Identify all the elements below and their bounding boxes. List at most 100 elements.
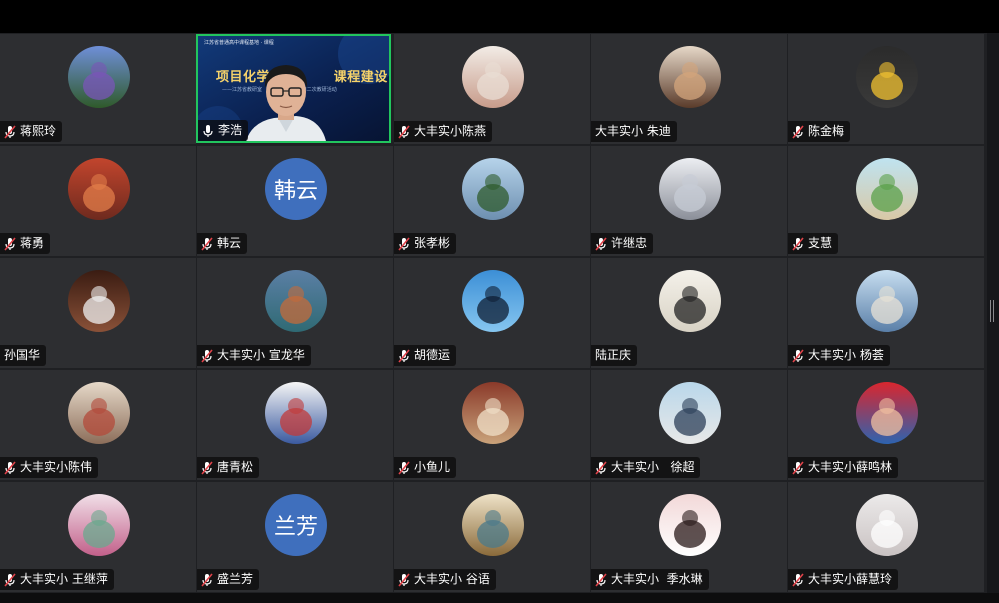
participant-name-label: 大丰实小 徐超 xyxy=(591,457,701,478)
participant-name-label: 盛兰芳 xyxy=(197,569,260,590)
man-portrait-photo xyxy=(68,270,130,332)
participant-tile[interactable]: 陆正庆 xyxy=(591,258,787,368)
participant-tile[interactable]: 大丰实小薛慧玲 xyxy=(788,482,984,592)
participant-name: 大丰实小 杨荟 xyxy=(808,348,884,362)
participant-name-label: 陈金梅 xyxy=(788,121,851,142)
mic-muted-icon xyxy=(4,124,16,139)
participant-tile[interactable]: 张孝彬 xyxy=(394,146,590,256)
mic-muted-icon xyxy=(4,572,16,587)
participant-tile[interactable]: 许继忠 xyxy=(591,146,787,256)
mic-muted-icon xyxy=(4,236,16,251)
avatar xyxy=(265,382,327,444)
participant-name-label: 胡德运 xyxy=(394,345,457,366)
participant-tile[interactable]: 兰芳盛兰芳 xyxy=(197,482,393,592)
calligraphy-photo xyxy=(659,270,721,332)
avatar xyxy=(462,46,524,108)
participant-tile[interactable]: 大丰实小 谷语 xyxy=(394,482,590,592)
green-road-photo xyxy=(856,158,918,220)
participant-tile[interactable]: 大丰实小 徐超 xyxy=(591,370,787,480)
participant-tile[interactable]: 韩云 韩云 xyxy=(197,146,393,256)
hiker-silhouette-photo xyxy=(462,270,524,332)
participant-name: 支慧 xyxy=(808,236,833,250)
avatar xyxy=(265,270,327,332)
participant-name: 大丰实小 谷语 xyxy=(414,572,490,586)
participant-name-label: 大丰实小 宣龙华 xyxy=(197,345,311,366)
participant-name: 许继忠 xyxy=(611,236,648,250)
couple-snow-photo xyxy=(659,158,721,220)
scrollbar-grip[interactable] xyxy=(990,300,994,322)
participant-name: 小鱼儿 xyxy=(414,460,451,474)
participant-name: 大丰实小 朱迪 xyxy=(595,124,671,138)
avatar xyxy=(856,46,918,108)
participant-name-label: 许继忠 xyxy=(591,233,654,254)
participant-name-label: 唐青松 xyxy=(197,457,260,478)
participant-name: 李浩 xyxy=(218,123,243,137)
participant-name-label: 孙国华 xyxy=(0,345,47,366)
text-avatar: 韩云 xyxy=(265,158,327,220)
mic-muted-icon xyxy=(792,124,804,139)
participant-name: 陆正庆 xyxy=(595,348,632,362)
participant-name: 韩云 xyxy=(217,236,242,250)
participant-name: 大丰实小 徐超 xyxy=(611,460,695,474)
participant-name: 大丰实小薛慧玲 xyxy=(808,572,893,586)
participant-name-label: 大丰实小 杨荟 xyxy=(788,345,890,366)
mic-icon xyxy=(202,124,214,138)
mic-muted-icon xyxy=(792,348,804,363)
lit-corridor-photo xyxy=(659,382,721,444)
avatar xyxy=(462,270,524,332)
participant-tile[interactable]: 大丰实小陈伟 xyxy=(0,370,196,480)
participant-tile[interactable]: 大丰实小陈燕 xyxy=(394,34,590,144)
participant-name-label: 大丰实小 谷语 xyxy=(394,569,496,590)
mic-muted-icon xyxy=(398,460,410,475)
coastal-landscape-photo xyxy=(265,270,327,332)
participant-name: 陈金梅 xyxy=(808,124,845,138)
mic-muted-icon xyxy=(201,460,213,475)
participant-name: 大丰实小陈伟 xyxy=(20,460,93,474)
participant-tile[interactable]: 蒋勇 xyxy=(0,146,196,256)
participant-tile[interactable]: 大丰实小 王继萍 xyxy=(0,482,196,592)
participant-name: 大丰实小薛鸣林 xyxy=(808,460,893,474)
avatar xyxy=(659,46,721,108)
avatar xyxy=(659,494,721,556)
participant-tile[interactable]: 孙国华 xyxy=(0,258,196,368)
avatar xyxy=(659,382,721,444)
participant-tile[interactable]: 大丰实小薛鸣林 xyxy=(788,370,984,480)
mic-muted-icon xyxy=(792,460,804,475)
participant-name-label: 大丰实小陈伟 xyxy=(0,457,99,478)
participant-tile[interactable]: 唐青松 xyxy=(197,370,393,480)
participant-tile[interactable]: 大丰实小 季水琳 xyxy=(591,482,787,592)
participant-name: 蒋熙玲 xyxy=(20,124,57,138)
mic-muted-icon xyxy=(398,124,410,139)
beach-family-photo xyxy=(856,270,918,332)
participant-name-label: 蒋勇 xyxy=(0,233,51,254)
participant-name-label: 张孝彬 xyxy=(394,233,457,254)
participant-tile[interactable]: 胡德运 xyxy=(394,258,590,368)
participant-name: 盛兰芳 xyxy=(217,572,254,586)
participant-name-label: 蒋熙玲 xyxy=(0,121,63,142)
participant-tile[interactable]: 大丰实小 宣龙华 xyxy=(197,258,393,368)
trees-sky-photo xyxy=(462,158,524,220)
glasses-girl-cartoon xyxy=(659,494,721,556)
dancer-photo xyxy=(462,46,524,108)
text-avatar: 兰芳 xyxy=(265,494,327,556)
avatar xyxy=(462,382,524,444)
participant-tile[interactable]: 支慧 xyxy=(788,146,984,256)
participant-tile[interactable]: 大丰实小 朱迪 xyxy=(591,34,787,144)
child-photo xyxy=(659,46,721,108)
participant-name: 唐青松 xyxy=(217,460,254,474)
participant-tile[interactable]: 陈金梅 xyxy=(788,34,984,144)
participant-tile[interactable]: 大丰实小 杨荟 xyxy=(788,258,984,368)
top-black-bar xyxy=(0,0,999,33)
cartoon-rider-photo xyxy=(265,382,327,444)
mic-muted-icon xyxy=(201,236,213,251)
participant-name: 张孝彬 xyxy=(414,236,451,250)
participant-tile[interactable]: 小鱼儿 xyxy=(394,370,590,480)
avatar xyxy=(856,270,918,332)
avatar xyxy=(856,382,918,444)
participant-name: 大丰实小 王继萍 xyxy=(20,572,108,586)
participant-name-label: 大丰实小陈燕 xyxy=(394,121,493,142)
participant-tile[interactable]: 蒋熙玲 xyxy=(0,34,196,144)
red-cartoon-photo xyxy=(856,382,918,444)
participant-name-label: 大丰实小薛鸣林 xyxy=(788,457,899,478)
avatar xyxy=(68,494,130,556)
